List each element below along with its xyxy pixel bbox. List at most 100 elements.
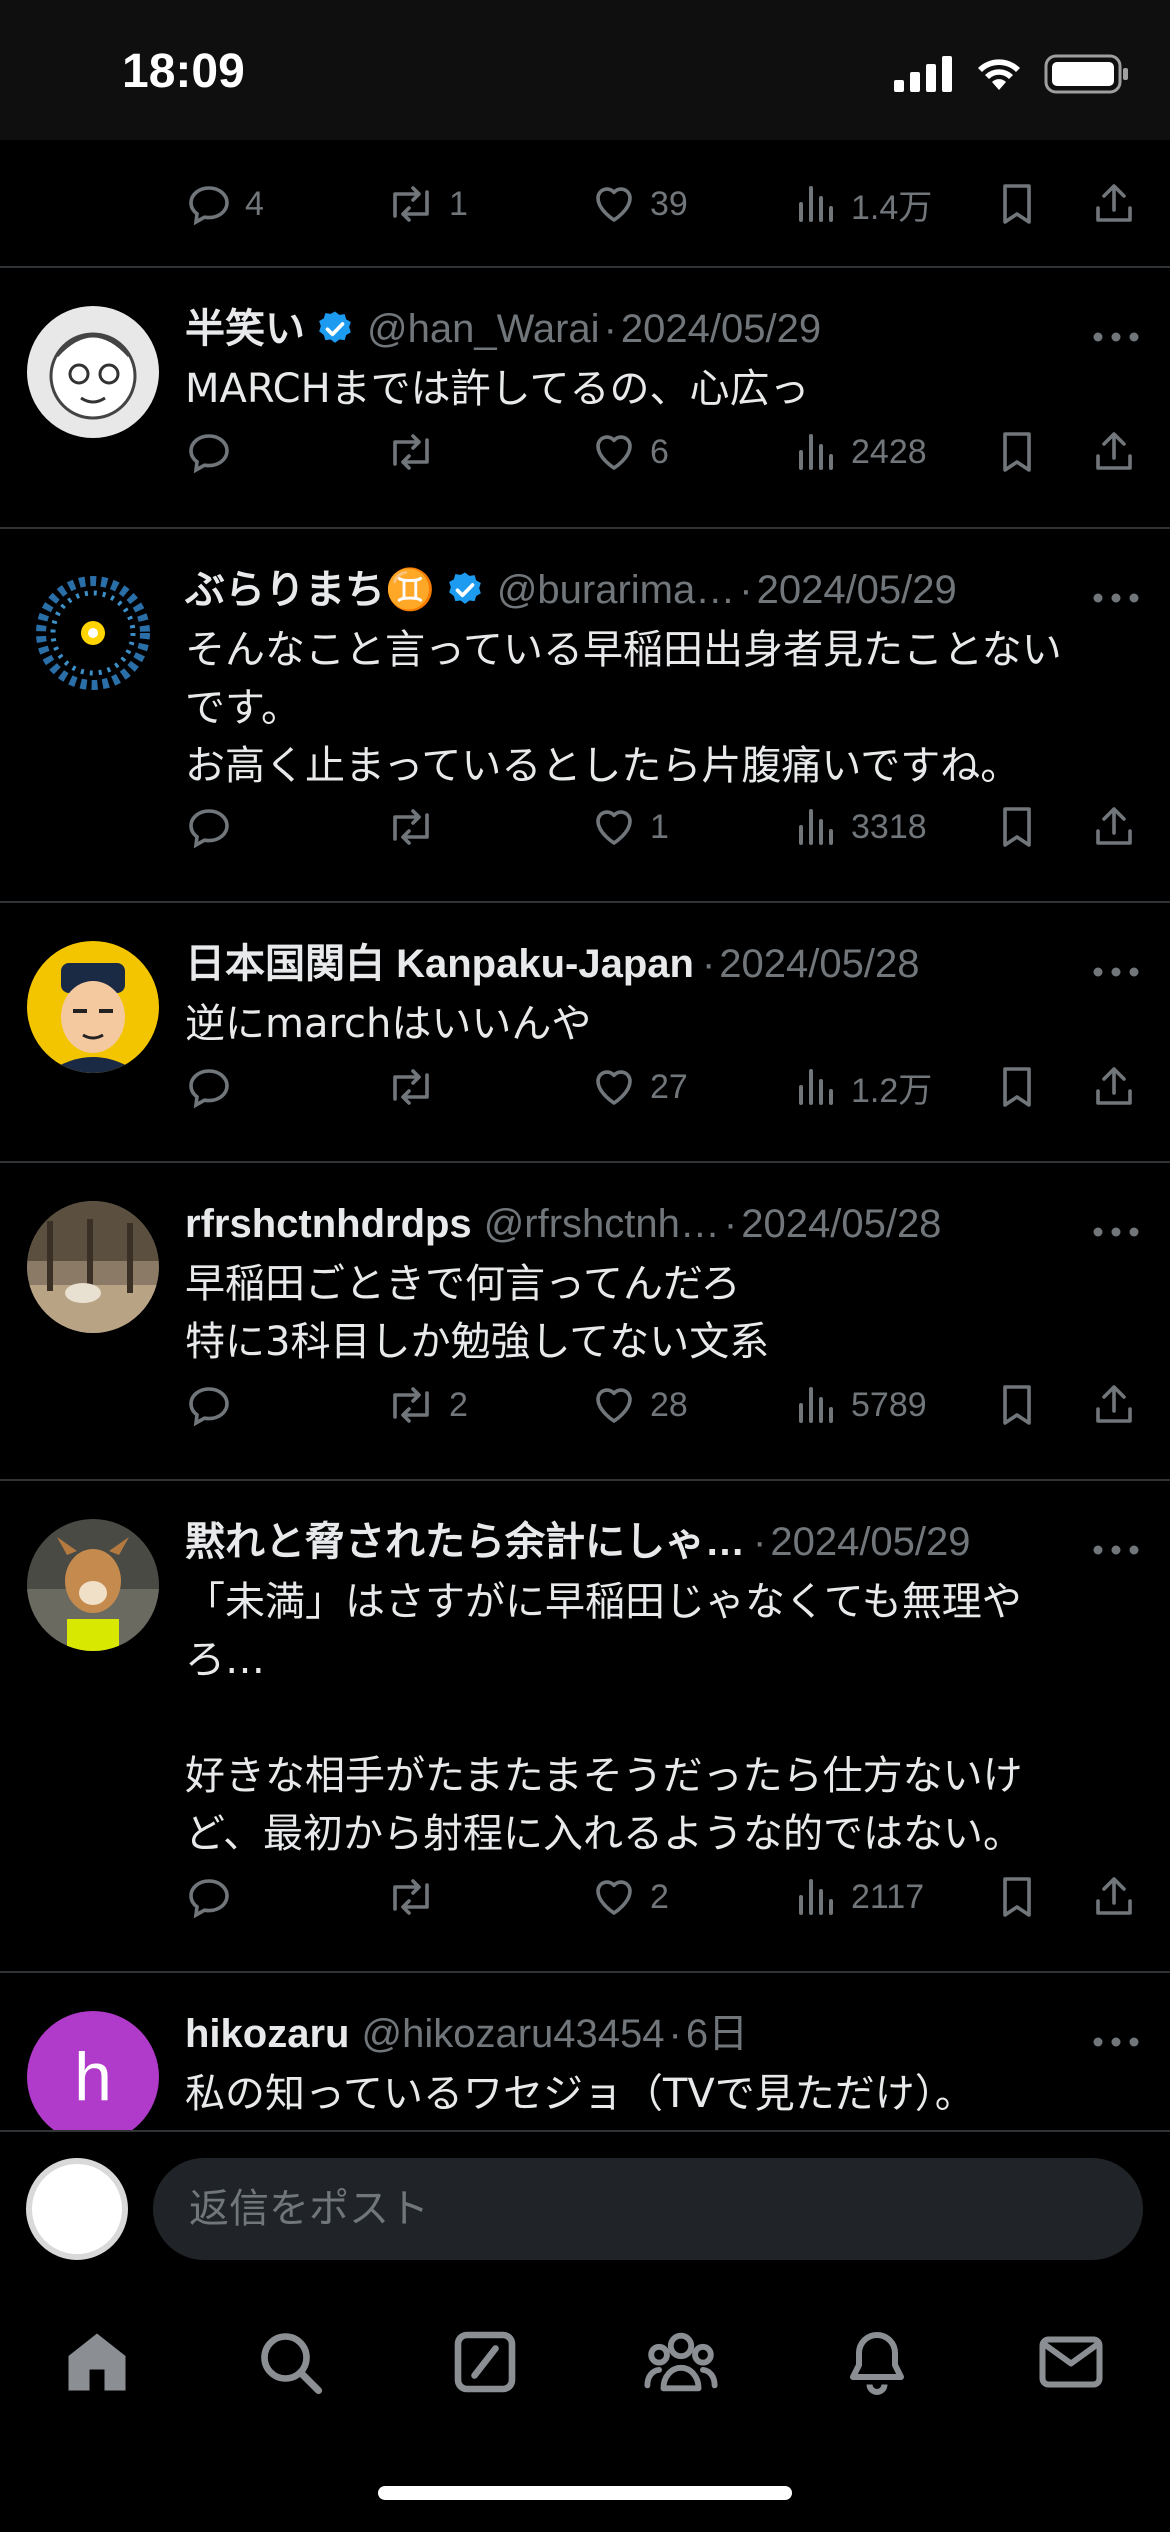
share-button[interactable] (1090, 787, 1138, 867)
bookmark-icon (995, 1381, 1039, 1429)
reply-button[interactable] (185, 1365, 245, 1445)
like-count: 1 (650, 807, 669, 846)
reply-feed[interactable]: 4 1 39 1.4万 半笑い @han_Warai · 2024/05/29 … (0, 140, 1170, 2130)
like-button[interactable]: 6 (590, 412, 669, 492)
post-date[interactable]: 2024/05/28 (719, 933, 919, 995)
avatar[interactable] (27, 1201, 159, 1333)
reply-button[interactable] (185, 412, 245, 492)
post-date[interactable]: 2024/05/29 (770, 1511, 970, 1573)
views-button[interactable]: 3318 (795, 787, 927, 867)
reply-icon (185, 1063, 233, 1111)
repost-button[interactable]: 1 (385, 164, 468, 244)
bookmark-button[interactable] (995, 1365, 1039, 1445)
post-date[interactable]: 6日 (686, 2003, 748, 2065)
home-icon[interactable] (57, 2322, 137, 2402)
views-button[interactable]: 1.2万 (795, 1047, 932, 1127)
repost-icon (385, 180, 437, 228)
battery-icon (1044, 54, 1130, 98)
like-button[interactable]: 1 (590, 787, 669, 867)
avatar[interactable] (27, 306, 159, 438)
post-date[interactable]: 2024/05/28 (741, 1193, 941, 1255)
reply-post[interactable]: rfrshctnhdrdps @rfrshctnh… · 2024/05/28 … (0, 1163, 1170, 1481)
display-name[interactable]: 黙れと脅されたら余計にしゃ… (185, 1511, 745, 1573)
separator-dot: · (753, 1520, 767, 1564)
reply-composer (0, 2130, 1170, 2280)
post-body: 黙れと脅されたら余計にしゃ… · 2024/05/29 「未満」はさすがに早稲田… (185, 1511, 1145, 1863)
search-icon[interactable] (250, 2322, 330, 2402)
reply-post[interactable]: ぶらりまち♊ @burarima… · 2024/05/29 そんなこと言ってい… (0, 529, 1170, 903)
more-options-icon[interactable] (1092, 589, 1140, 608)
repost-button[interactable] (385, 1857, 449, 1937)
bookmark-button[interactable] (995, 1047, 1039, 1127)
more-options-icon[interactable] (1092, 963, 1140, 982)
reply-button[interactable]: 4 (185, 164, 264, 244)
views-button[interactable]: 2117 (795, 1857, 924, 1937)
like-button[interactable]: 27 (590, 1047, 688, 1127)
display-name[interactable]: hikozaru (185, 2003, 349, 2065)
views-button[interactable]: 5789 (795, 1365, 927, 1445)
handle[interactable]: @han_Warai (367, 298, 600, 360)
share-button[interactable] (1090, 1857, 1138, 1937)
reply-count: 4 (245, 184, 264, 223)
repost-button[interactable]: 2 (385, 1365, 468, 1445)
post-text: 逆にmarchはいいんや (185, 1001, 592, 1047)
post-text: 早稲田ごときで何言ってんだろ 特に3科目しか勉強してない文系 (185, 1261, 770, 1365)
display-name[interactable]: ぶらりまち♊ (185, 559, 435, 621)
share-icon (1090, 1381, 1138, 1429)
display-name[interactable]: rfrshctnhdrdps (185, 1193, 472, 1255)
repost-button[interactable] (385, 412, 449, 492)
like-button[interactable]: 2 (590, 1857, 669, 1937)
reply-post[interactable]: 黙れと脅されたら余計にしゃ… · 2024/05/29 「未満」はさすがに早稲田… (0, 1481, 1170, 1973)
more-options-icon[interactable] (1092, 1541, 1140, 1560)
messages-icon[interactable] (1031, 2322, 1111, 2402)
handle[interactable]: @rfrshctnh… (484, 1193, 720, 1255)
post-body: hikozaru @hikozaru43454 · 6日 私の知っているワセジョ… (185, 2003, 1145, 2123)
bookmark-button[interactable] (995, 412, 1039, 492)
repost-button[interactable] (385, 1047, 449, 1127)
repost-button[interactable] (385, 787, 449, 867)
display-name[interactable]: 日本国関白 Kanpaku-Japan (185, 933, 694, 995)
like-button[interactable]: 39 (590, 164, 688, 244)
post-date[interactable]: 2024/05/29 (621, 298, 821, 360)
post-header: ぶらりまち♊ @burarima… · 2024/05/29 (185, 559, 1145, 621)
reply-post[interactable]: 半笑い @han_Warai · 2024/05/29 MARCHまでは許してる… (0, 268, 1170, 529)
avatar[interactable] (27, 567, 159, 699)
share-button[interactable] (1090, 1047, 1138, 1127)
avatar[interactable] (27, 941, 159, 1073)
share-button[interactable] (1090, 1365, 1138, 1445)
avatar[interactable]: h (27, 2011, 159, 2130)
post-date[interactable]: 2024/05/29 (757, 559, 957, 621)
separator-dot: · (723, 1202, 738, 1246)
views-icon (795, 428, 839, 476)
reply-post[interactable]: h hikozaru @hikozaru43454 · 6日 私の知っているワセ… (0, 1973, 1170, 2130)
more-options-icon[interactable] (1092, 2033, 1140, 2052)
post-header: hikozaru @hikozaru43454 · 6日 (185, 2003, 1145, 2065)
reply-button[interactable] (185, 787, 245, 867)
share-button[interactable] (1090, 164, 1138, 244)
views-button[interactable]: 2428 (795, 412, 927, 492)
reply-button[interactable] (185, 1857, 245, 1937)
post-body: ぶらりまち♊ @burarima… · 2024/05/29 そんなこと言ってい… (185, 559, 1145, 795)
bookmark-button[interactable] (995, 787, 1039, 867)
communities-icon[interactable] (641, 2322, 721, 2402)
reply-button[interactable] (185, 1047, 245, 1127)
grok-icon[interactable] (445, 2322, 525, 2402)
views-button[interactable]: 1.4万 (795, 164, 932, 244)
handle[interactable]: @burarima… (497, 559, 735, 621)
share-button[interactable] (1090, 412, 1138, 492)
more-options-icon[interactable] (1092, 328, 1140, 347)
reply-post[interactable]: 日本国関白 Kanpaku-Japan · 2024/05/28 逆にmarch… (0, 903, 1170, 1163)
like-button[interactable]: 28 (590, 1365, 688, 1445)
avatar[interactable] (27, 1519, 159, 1651)
own-avatar[interactable] (26, 2158, 128, 2260)
reply-icon (185, 803, 233, 851)
bookmark-button[interactable] (995, 164, 1039, 244)
more-options-icon[interactable] (1092, 1223, 1140, 1242)
post-header: 黙れと脅されたら余計にしゃ… · 2024/05/29 (185, 1511, 1145, 1573)
notifications-icon[interactable] (837, 2322, 917, 2402)
handle[interactable]: @hikozaru43454 (361, 2003, 664, 2065)
bookmark-button[interactable] (995, 1857, 1039, 1937)
view-count: 3318 (851, 807, 927, 846)
reply-input[interactable] (153, 2158, 1143, 2260)
display-name[interactable]: 半笑い (185, 298, 305, 360)
